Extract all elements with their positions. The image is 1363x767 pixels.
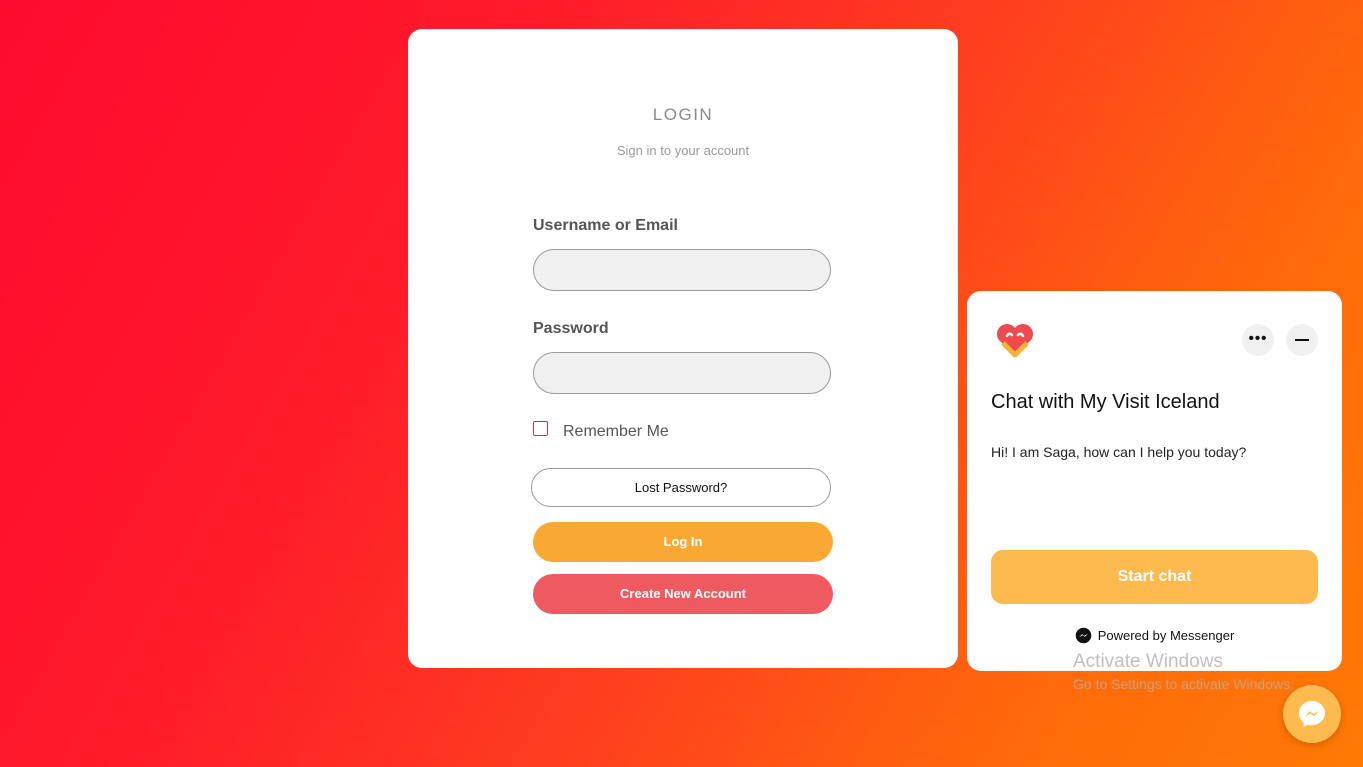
minimize-button[interactable] (1286, 324, 1318, 356)
powered-by-messenger[interactable]: Powered by Messenger (967, 627, 1342, 644)
activate-windows-title: Activate Windows (1073, 651, 1223, 672)
password-input[interactable] (533, 352, 831, 394)
login-card: LOGIN Sign in to your account Username o… (408, 29, 958, 668)
login-title: LOGIN (652, 105, 714, 124)
start-chat-button[interactable]: Start chat (991, 550, 1318, 604)
username-input[interactable] (533, 249, 831, 291)
lost-password-button[interactable]: Lost Password? (531, 468, 831, 507)
messenger-icon (1299, 701, 1325, 727)
activate-windows-subtitle: Go to Settings to activate Windows. (1073, 676, 1294, 692)
chat-title: Chat with My Visit Iceland (991, 391, 1220, 413)
powered-by-label: Powered by Messenger (1097, 628, 1235, 643)
chat-widget: ••• Chat with My Visit Iceland Hi! I am … (967, 291, 1342, 671)
heart-logo-icon (995, 321, 1035, 359)
username-label: Username or Email (533, 217, 678, 234)
remember-me-label[interactable]: Remember Me (563, 423, 669, 441)
messenger-launcher-button[interactable] (1283, 685, 1341, 743)
password-label: Password (533, 320, 609, 337)
messenger-icon (1075, 627, 1091, 644)
remember-me-checkbox[interactable] (533, 421, 548, 436)
chat-greeting: Hi! I am Saga, how can I help you today? (991, 444, 1247, 460)
create-account-button[interactable]: Create New Account (533, 574, 833, 614)
login-subtitle: Sign in to your account (616, 143, 750, 158)
more-horizontal-icon: ••• (1248, 330, 1268, 347)
more-options-button[interactable]: ••• (1242, 324, 1274, 356)
login-button[interactable]: Log In (533, 522, 833, 562)
